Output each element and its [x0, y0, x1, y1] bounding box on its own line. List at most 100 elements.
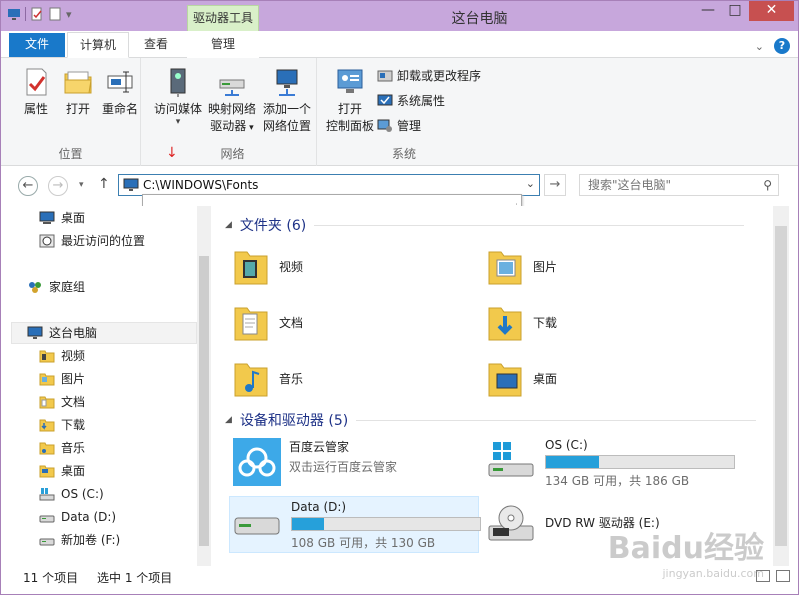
rename-label: 重命名 [101, 102, 138, 116]
tab-file[interactable]: 文件 [9, 33, 65, 57]
help-icon[interactable]: ? [774, 38, 790, 54]
go-button[interactable]: → [544, 174, 566, 196]
up-button[interactable]: ↑ [98, 176, 110, 192]
computer-icon [123, 178, 139, 191]
os-drive-icon [39, 488, 55, 501]
folder-tile[interactable]: 图片 [487, 238, 557, 294]
nav-label: 文档 [61, 395, 86, 409]
watermark-logo: Baidu经验 jingyan.baidu.com [607, 531, 764, 580]
nav-this-pc[interactable]: 这台电脑 [27, 322, 97, 344]
music-folder-icon [39, 442, 55, 455]
nav-recent-places[interactable]: 最近访问的位置 [39, 230, 145, 252]
nav-label: Data (D:) [61, 510, 117, 524]
recent-places-icon [39, 234, 55, 248]
nav-scrollbar-thumb[interactable] [199, 256, 209, 546]
open-button[interactable]: 打开 [57, 66, 99, 118]
nav-label: OS (C:) [61, 487, 104, 501]
nav-downloads[interactable]: 下载 [39, 414, 85, 436]
drive-d-name: Data (D:) [291, 500, 347, 514]
search-icon[interactable]: ⚲ [763, 178, 772, 192]
baidu-cloud-tile[interactable]: 百度云管家 双击运行百度云管家 [233, 438, 397, 486]
recent-locations-icon[interactable]: ▾ [79, 180, 84, 190]
address-path[interactable]: C:\WINDOWS\Fonts [143, 178, 258, 192]
folder-tile[interactable]: 视频 [233, 238, 303, 294]
close-button[interactable]: ✕ [749, 1, 794, 21]
tab-computer[interactable]: 计算机 [67, 32, 129, 58]
search-input[interactable] [580, 175, 750, 195]
folder-tile[interactable]: 桌面 [487, 350, 557, 406]
open-control-panel-button[interactable]: 打开 控制面板 [323, 66, 377, 135]
address-dropdown-icon[interactable]: ⌄ [526, 177, 535, 190]
dvd-drive-icon [488, 505, 534, 541]
folder-label: 视频 [279, 259, 304, 274]
expand-ribbon-icon[interactable]: ⌄ [755, 40, 764, 53]
folder-tile[interactable]: 音乐 [233, 350, 303, 406]
selected-count: 选中 1 个项目 [97, 571, 173, 585]
nav-label: 桌面 [61, 211, 86, 225]
data-drive-icon [39, 515, 55, 523]
drive-d-tile[interactable]: Data (D:) 108 GB 可用，共 130 GB [233, 500, 481, 551]
back-button[interactable]: ← [18, 176, 38, 196]
open-folder-icon [64, 71, 92, 94]
folders-section-header[interactable]: ◢ 文件夹 (6) [225, 214, 745, 236]
content-scrollbar-thumb[interactable] [775, 226, 787, 546]
collapse-icon[interactable]: ◢ [225, 415, 232, 425]
explorer-window: ▾ 驱动器工具 这台电脑 — □ ✕ 文件 计算机 查看 管理 ⌄ ? 属性 打… [0, 0, 799, 595]
system-properties-icon [377, 94, 393, 106]
nav-music[interactable]: 音乐 [39, 437, 85, 459]
desktop-folder-icon [488, 363, 522, 397]
section-divider [356, 419, 757, 421]
add-location-label-2: 网络位置 [262, 119, 311, 133]
large-icons-view-icon[interactable] [776, 570, 790, 582]
collapse-icon[interactable]: ◢ [225, 220, 232, 230]
nav-drive-d[interactable]: Data (D:) [39, 506, 116, 528]
group-location: 属性 打开 重命名 位置 [1, 58, 141, 166]
forward-button[interactable]: → [48, 176, 68, 196]
nav-documents[interactable]: 文档 [39, 391, 85, 413]
add-network-location-button[interactable]: 添加一个 网络位置 [259, 66, 315, 135]
map-network-drive-button[interactable]: 映射网络 驱动器 ▾ [205, 66, 259, 137]
rename-icon [107, 71, 133, 93]
maximize-button[interactable]: □ [722, 1, 748, 21]
tab-manage[interactable]: 管理 [187, 32, 259, 58]
nav-desktop-folder[interactable]: 桌面 [39, 460, 85, 482]
manage-button[interactable]: 管理 [377, 116, 421, 136]
folder-label: 音乐 [279, 371, 304, 386]
properties-button[interactable]: 属性 [15, 66, 57, 118]
ribbon: 属性 打开 重命名 位置 访问媒体 ▾ 映射网络 驱动器 ▾ 添加一个 网络位置… [1, 58, 798, 166]
access-media-button[interactable]: 访问媒体 ▾ [151, 66, 205, 127]
pictures-folder-icon [488, 251, 522, 285]
section-divider [314, 224, 745, 226]
folder-tile[interactable]: 文档 [233, 294, 303, 350]
map-drive-label-1: 映射网络 [207, 102, 256, 116]
drive-c-name: OS (C:) [545, 438, 588, 452]
address-bar[interactable]: C:\WINDOWS\Fonts ⌄ [118, 174, 540, 196]
minimize-button[interactable]: — [695, 1, 721, 21]
access-media-label: 访问媒体 [153, 102, 202, 116]
nav-label: 最近访问的位置 [61, 234, 146, 248]
drive-c-usage-fill [546, 456, 599, 468]
search-box[interactable]: ⚲ [579, 174, 779, 196]
nav-homegroup[interactable]: 家庭组 [27, 276, 85, 298]
drive-c-tile[interactable]: OS (C:) 134 GB 可用，共 186 GB [487, 438, 735, 489]
nav-label: 桌面 [61, 464, 86, 478]
data-drive-icon [234, 517, 280, 535]
system-properties-button[interactable]: 系统属性 [377, 91, 445, 111]
nav-videos[interactable]: 视频 [39, 345, 85, 367]
folder-tile[interactable]: 下载 [487, 294, 557, 350]
nav-desktop[interactable]: 桌面 [39, 207, 85, 229]
devices-section-header[interactable]: ◢ 设备和驱动器 (5) [225, 409, 757, 431]
drive-d-usage-fill [292, 518, 324, 530]
control-panel-icon [337, 69, 363, 93]
nav-drive-c[interactable]: OS (C:) [39, 483, 104, 505]
rename-button[interactable]: 重命名 [99, 66, 141, 118]
nav-drive-f[interactable]: 新加卷 (F:) [39, 529, 120, 551]
uninstall-programs-button[interactable]: 卸载或更改程序 [377, 66, 481, 86]
nav-pictures[interactable]: 图片 [39, 368, 85, 390]
drive-c-usage-bar [545, 455, 735, 469]
folder-label: 桌面 [533, 371, 558, 386]
system-properties-label: 系统属性 [397, 94, 446, 108]
drive-c-sub: 134 GB 可用，共 186 GB [545, 474, 690, 488]
folders-header-label: 文件夹 (6) [239, 218, 307, 234]
tab-view[interactable]: 查看 [131, 32, 181, 58]
